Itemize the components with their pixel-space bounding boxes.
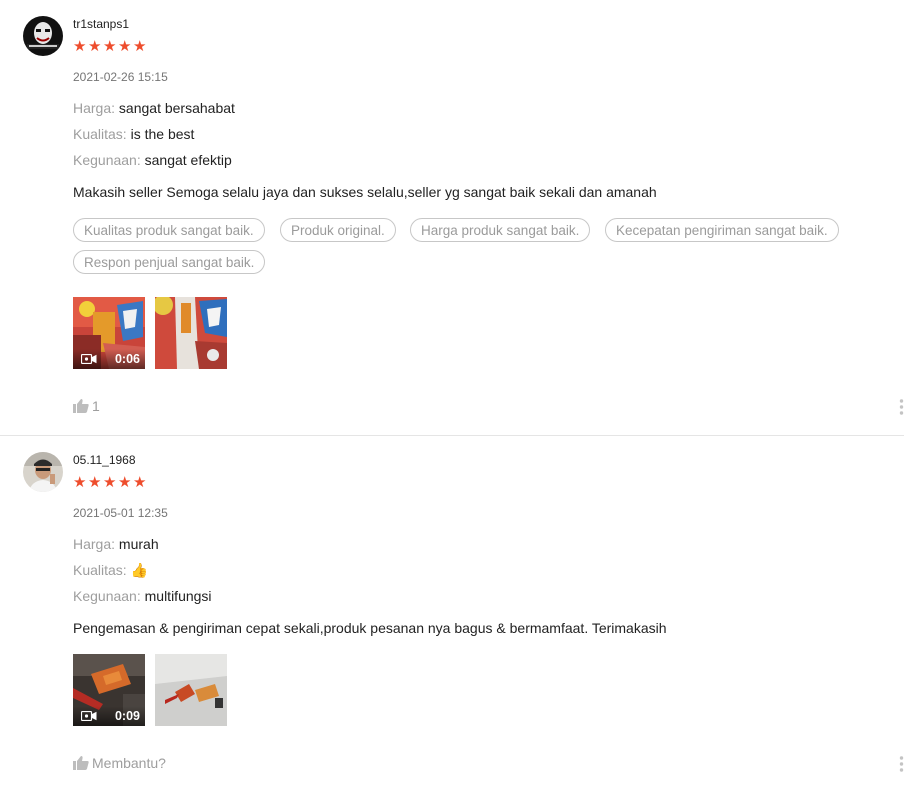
attribute-harga: Harga: murah xyxy=(73,536,159,552)
star-icon: ★ xyxy=(88,38,102,55)
review-author[interactable]: 05.11_1968 xyxy=(73,453,136,467)
more-options-icon[interactable] xyxy=(899,755,904,773)
video-camera-icon xyxy=(81,711,97,721)
star-icon: ★ xyxy=(103,38,117,55)
review-tag: Produk original. xyxy=(280,218,396,242)
attribute-value: murah xyxy=(118,536,159,552)
attribute-kualitas: Kualitas: 👍 xyxy=(73,562,148,579)
review-video-thumbnail[interactable]: 0:09 xyxy=(73,654,145,726)
review-tag: Kualitas produk sangat baik. xyxy=(73,218,265,242)
helpful-button[interactable]: Membantu? xyxy=(73,755,166,771)
review-tag: Respon penjual sangat baik. xyxy=(73,250,266,274)
attribute-label: Harga: xyxy=(73,100,116,116)
attribute-label: Kualitas: xyxy=(73,126,127,142)
like-count: 1 xyxy=(92,398,100,414)
avatar[interactable] xyxy=(23,452,63,492)
thumbs-up-emoji: 👍 xyxy=(130,562,149,578)
attribute-value: is the best xyxy=(130,126,195,142)
more-options-icon[interactable] xyxy=(899,398,904,416)
attribute-harga: Harga: sangat bersahabat xyxy=(73,100,235,116)
review-photo-thumbnail[interactable] xyxy=(155,297,227,369)
helpful-label: Membantu? xyxy=(92,755,166,771)
attribute-kualitas: Kualitas: is the best xyxy=(73,126,194,142)
attribute-label: Kegunaan: xyxy=(73,152,141,168)
video-duration: 0:06 xyxy=(114,352,140,366)
star-icon: ★ xyxy=(133,38,147,55)
review-comment: Makasih seller Semoga selalu jaya dan su… xyxy=(73,184,657,200)
attribute-kegunaan: Kegunaan: multifungsi xyxy=(73,588,212,604)
attribute-label: Harga: xyxy=(73,536,116,552)
review-date: 2021-02-26 15:15 xyxy=(73,70,168,84)
attribute-label: Kualitas: xyxy=(73,562,127,578)
star-icon: ★ xyxy=(88,474,102,491)
review-video-thumbnail[interactable]: 0:06 xyxy=(73,297,145,369)
review-photo-thumbnail[interactable] xyxy=(155,654,227,726)
review-tag: Kecepatan pengiriman sangat baik. xyxy=(605,218,839,242)
review-divider xyxy=(0,435,904,436)
star-icon: ★ xyxy=(118,474,132,491)
attribute-value: multifungsi xyxy=(144,588,212,604)
star-rating: ★ ★ ★ ★ ★ xyxy=(73,38,147,55)
star-icon: ★ xyxy=(118,38,132,55)
review-tag: Harga produk sangat baik. xyxy=(410,218,591,242)
thumbs-up-icon xyxy=(73,756,89,770)
attribute-value: sangat efektip xyxy=(144,152,232,168)
star-icon: ★ xyxy=(103,474,117,491)
thumbs-up-icon xyxy=(73,399,89,413)
attribute-value: sangat bersahabat xyxy=(118,100,235,116)
attribute-kegunaan: Kegunaan: sangat efektip xyxy=(73,152,232,168)
star-icon: ★ xyxy=(73,38,87,55)
review-author[interactable]: tr1stanps1 xyxy=(73,17,129,31)
video-duration: 0:09 xyxy=(114,709,140,723)
like-button[interactable]: 1 xyxy=(73,398,100,414)
avatar[interactable] xyxy=(23,16,63,56)
star-icon: ★ xyxy=(133,474,147,491)
star-icon: ★ xyxy=(73,474,87,491)
review-comment: Pengemasan & pengiriman cepat sekali,pro… xyxy=(73,620,667,636)
video-camera-icon xyxy=(81,354,97,364)
star-rating: ★ ★ ★ ★ ★ xyxy=(73,474,147,491)
review-date: 2021-05-01 12:35 xyxy=(73,506,168,520)
attribute-label: Kegunaan: xyxy=(73,588,141,604)
